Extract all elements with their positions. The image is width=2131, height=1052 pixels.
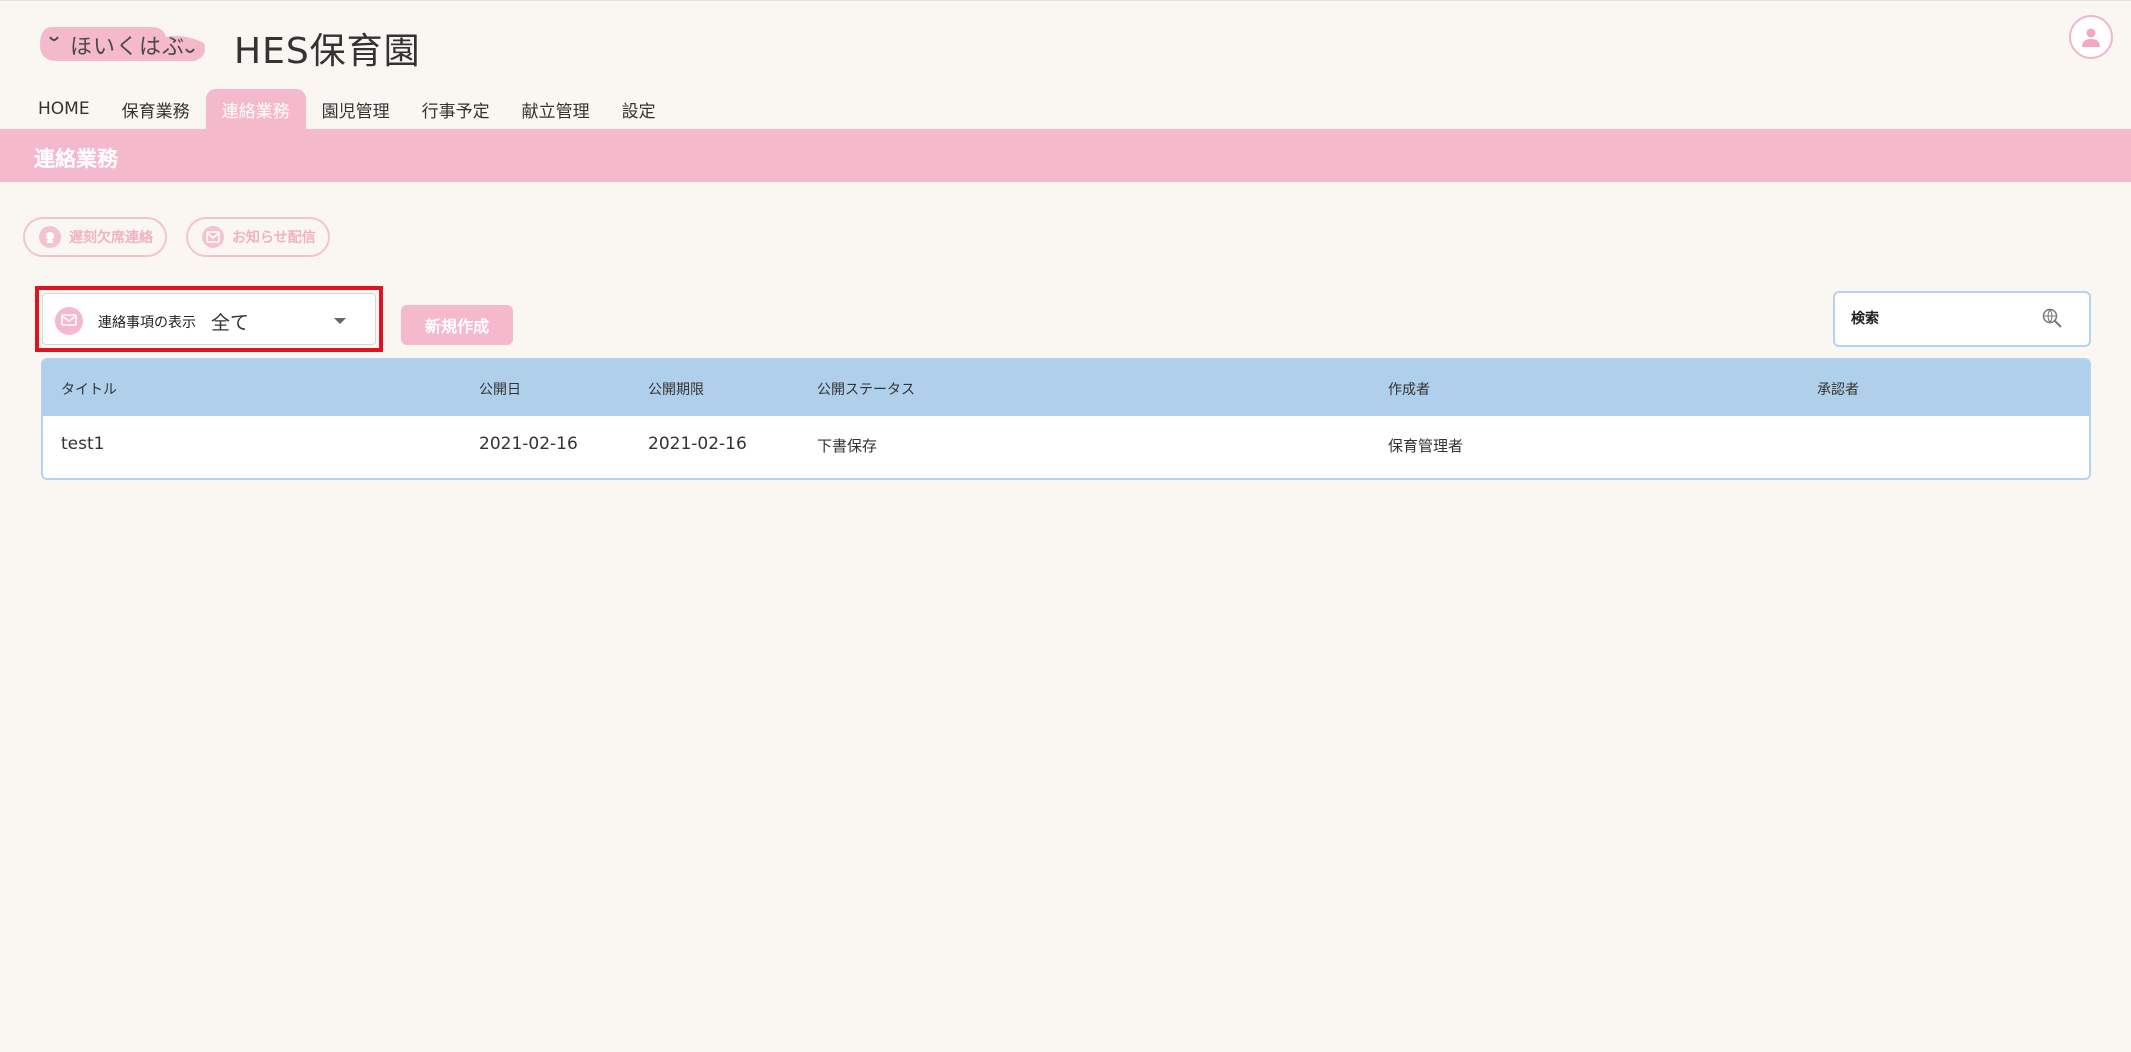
chevron-down-icon (334, 318, 346, 324)
mail-bubble-icon (55, 307, 83, 335)
cell-status: 下書保存 (817, 437, 878, 455)
highlight-frame: 連絡事項の表示 全て (35, 286, 383, 352)
mail-icon (202, 226, 224, 248)
column-header-publish-deadline[interactable]: 公開期限 (648, 379, 704, 399)
column-header-publish-date[interactable]: 公開日 (479, 379, 521, 399)
column-header-title[interactable]: タイトル (61, 379, 117, 399)
cell-publish-date: 2021-02-16 (479, 434, 578, 454)
table-header: タイトル 公開日 公開期限 公開ステータス 作成者 承認者 (43, 360, 2089, 416)
notice-delivery-label: お知らせ配信 (232, 230, 316, 246)
contact-table: タイトル 公開日 公開期限 公開ステータス 作成者 承認者 test1 2021… (41, 358, 2091, 480)
tab-childcare-work[interactable]: 保育業務 (106, 89, 206, 129)
page-title: 連絡業務 (34, 147, 118, 171)
search-input[interactable] (1851, 305, 2031, 333)
column-header-author[interactable]: 作成者 (1388, 379, 1430, 399)
search-box[interactable] (1833, 291, 2091, 347)
cell-title[interactable]: test1 (61, 434, 104, 454)
tab-menu-management[interactable]: 献立管理 (506, 89, 606, 129)
child-face-icon (39, 226, 61, 248)
main-nav: HOME 保育業務 連絡業務 園児管理 行事予定 献立管理 設定 (22, 89, 672, 129)
tab-event-schedule[interactable]: 行事予定 (406, 89, 506, 129)
new-create-button[interactable]: 新規作成 (401, 305, 513, 345)
contact-display-value: 全て (211, 312, 250, 334)
contact-display-select[interactable]: 連絡事項の表示 全て (42, 293, 376, 345)
user-icon (2082, 28, 2100, 47)
tab-settings[interactable]: 設定 (606, 89, 672, 129)
contact-display-label: 連絡事項の表示 (98, 315, 196, 331)
attendance-contact-label: 遅刻欠席連絡 (69, 230, 153, 246)
organization-name: HES保育園 (234, 31, 421, 72)
search-globe-icon[interactable] (2041, 307, 2063, 329)
user-account-button[interactable] (2069, 15, 2113, 59)
notice-delivery-button[interactable]: お知らせ配信 (186, 217, 330, 257)
logo-text: ほいくはぶ (70, 35, 186, 60)
page-banner: 連絡業務 (0, 129, 2131, 182)
tab-home[interactable]: HOME (22, 89, 106, 129)
attendance-contact-button[interactable]: 遅刻欠席連絡 (23, 217, 167, 257)
cell-author: 保育管理者 (1388, 437, 1464, 455)
cell-publish-deadline: 2021-02-16 (648, 434, 747, 454)
app-logo[interactable]: ほいくはぶ (38, 23, 208, 63)
top-border (0, 0, 2131, 1)
column-header-status[interactable]: 公開ステータス (817, 379, 915, 399)
tab-communication-work[interactable]: 連絡業務 (205, 89, 306, 129)
column-header-approver[interactable]: 承認者 (1817, 379, 1859, 399)
tab-children-management[interactable]: 園児管理 (306, 89, 406, 129)
